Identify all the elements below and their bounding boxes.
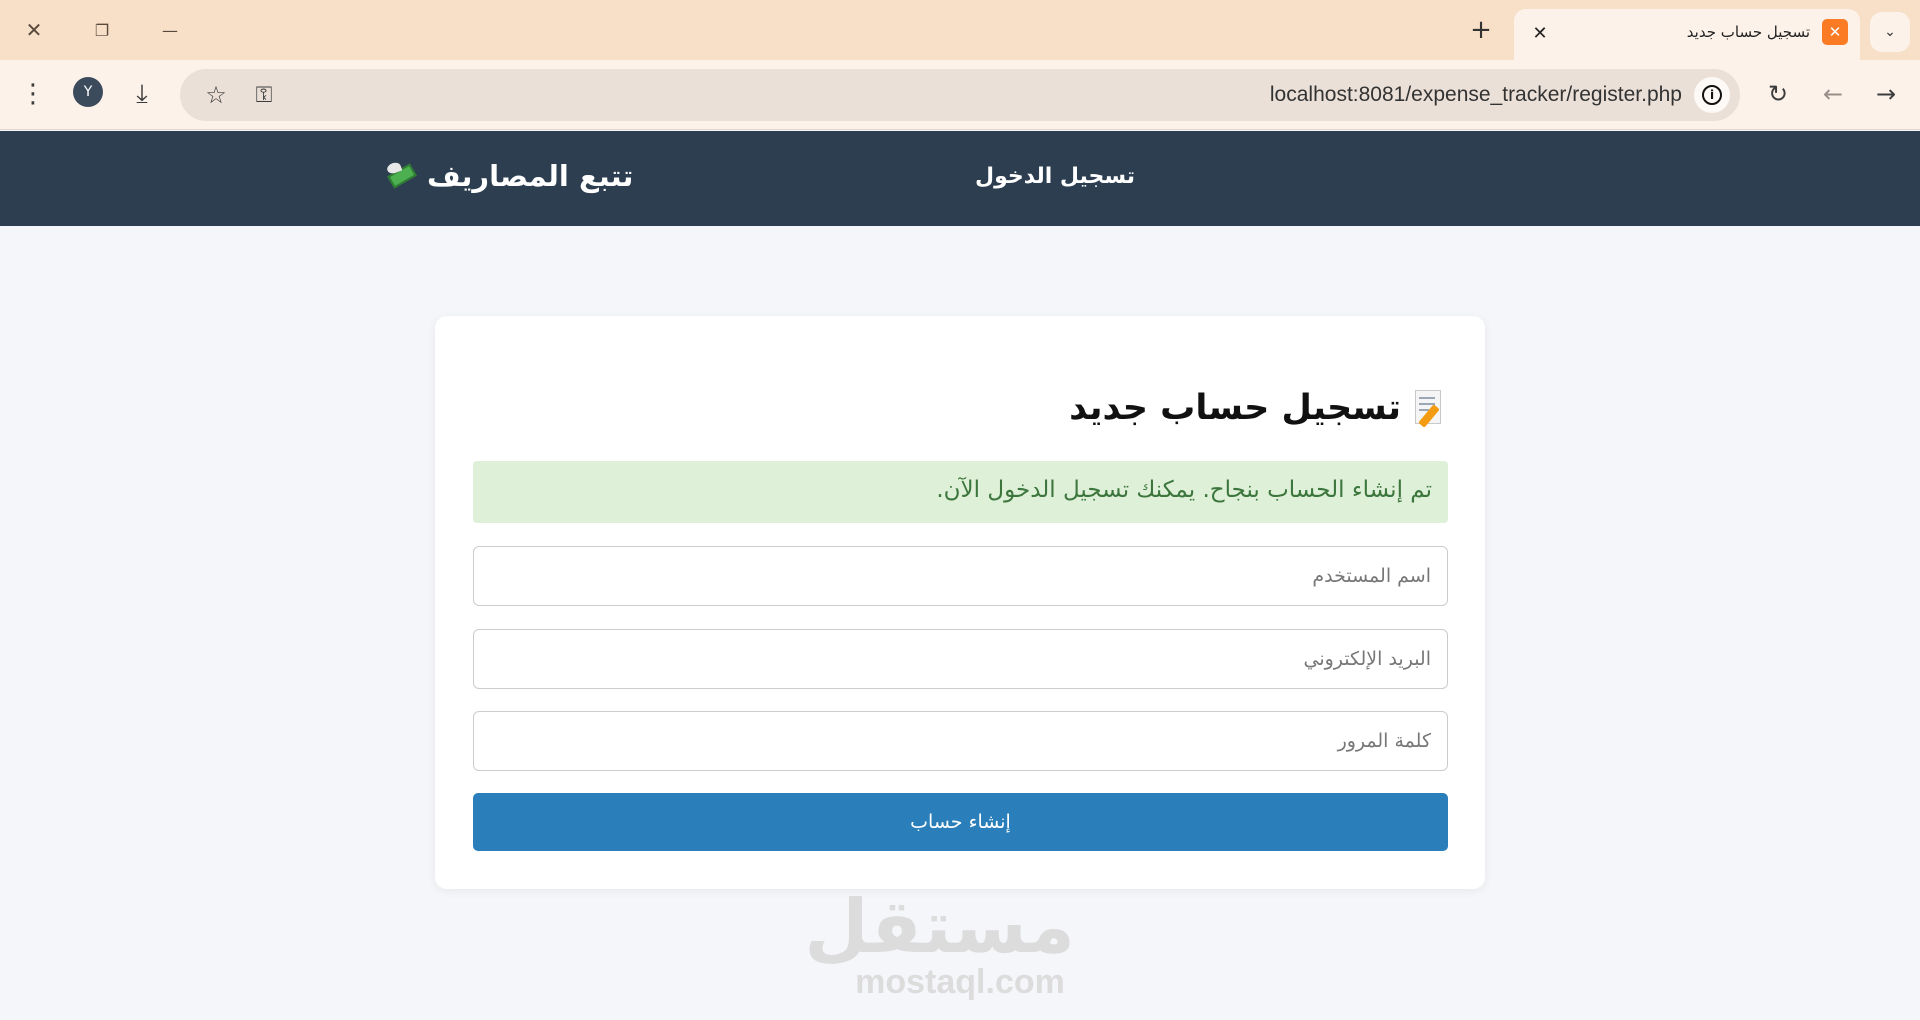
nav-login-link[interactable]: تسجيل الدخول — [975, 164, 1135, 189]
success-alert: تم إنشاء الحساب بنجاح. يمكنك تسجيل الدخو… — [473, 461, 1448, 523]
brand-title: تتبع المصاريف — [427, 159, 634, 193]
address-bar[interactable]: ☆ ⚿ localhost:8081/expense_tracker/regis… — [180, 69, 1740, 121]
browser-toolbar: ⋮ Y ⤓ ☆ ⚿ localhost:8081/expense_tracker… — [0, 60, 1920, 130]
mostaql-watermark: مستقل mostaql.com — [804, 884, 1075, 1002]
profile-avatar[interactable]: Y — [73, 77, 103, 107]
info-icon: i — [1702, 85, 1722, 105]
password-key-icon[interactable]: ⚿ — [244, 75, 284, 115]
tab-close-icon[interactable]: ✕ — [1528, 21, 1552, 45]
window-minimize-icon[interactable]: — — [152, 12, 188, 48]
watermark-arabic: مستقل — [804, 884, 1075, 970]
window-close-icon[interactable]: ✕ — [16, 12, 52, 48]
tab-search-chevron-icon[interactable]: ⌄ — [1870, 12, 1910, 52]
register-heading: تسجيل حساب جديد — [1069, 388, 1445, 428]
window-restore-icon[interactable]: ❐ — [84, 12, 120, 48]
page-title: تسجيل حساب جديد — [1069, 388, 1401, 428]
xampp-icon: ✕ — [1822, 19, 1848, 45]
site-info-icon[interactable]: i — [1694, 77, 1730, 113]
bookmark-star-icon[interactable]: ☆ — [196, 75, 236, 115]
create-account-button[interactable]: إنشاء حساب — [473, 793, 1448, 851]
browser-tab-active[interactable]: ✕ تسجيل حساب جديد ✕ — [1514, 9, 1860, 60]
password-input[interactable] — [473, 711, 1448, 771]
tab-title: تسجيل حساب جديد — [1686, 23, 1810, 41]
site-header: تتبع المصاريف تسجيل الدخول — [0, 131, 1920, 226]
email-input[interactable] — [473, 629, 1448, 689]
username-input[interactable] — [473, 546, 1448, 606]
brand-logo[interactable]: تتبع المصاريف — [385, 159, 634, 193]
forward-arrow-icon[interactable]: → — [1866, 74, 1906, 114]
memo-icon — [1415, 390, 1445, 428]
download-icon[interactable]: ⤓ — [122, 74, 162, 114]
browser-menu-icon[interactable]: ⋮ — [13, 74, 53, 114]
register-card: تسجيل حساب جديد تم إنشاء الحساب بنجاح. ي… — [435, 316, 1485, 889]
url-text[interactable]: localhost:8081/expense_tracker/register.… — [1270, 83, 1682, 107]
money-with-wings-icon — [385, 160, 417, 191]
back-arrow-icon[interactable]: ← — [1813, 74, 1853, 114]
new-tab-button[interactable]: + — [1463, 12, 1499, 48]
browser-tabstrip: ✕ ❐ — + ✕ تسجيل حساب جديد ✕ ⌄ — [0, 0, 1920, 60]
reload-icon[interactable]: ↻ — [1758, 74, 1798, 114]
watermark-latin: mostaql.com — [855, 963, 1065, 1001]
